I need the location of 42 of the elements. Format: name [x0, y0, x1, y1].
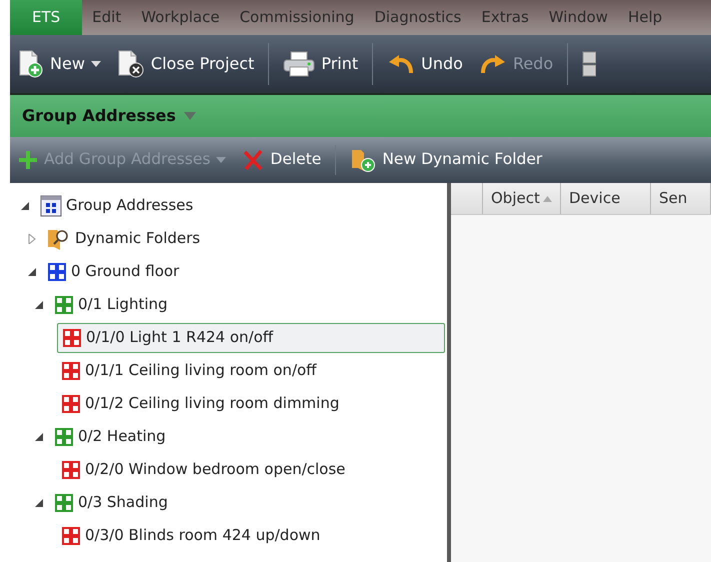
group-address-icon	[62, 328, 82, 348]
group-address-icon	[61, 360, 81, 380]
print-button[interactable]: Print	[275, 51, 366, 77]
print-icon	[283, 51, 316, 77]
add-icon	[18, 150, 38, 170]
group-address-icon	[54, 492, 74, 512]
redo-icon	[478, 52, 507, 76]
tree-item[interactable]: 0 Ground floor	[43, 260, 447, 283]
tree-item[interactable]: 0/1 Lighting	[50, 293, 447, 316]
panel-title: Group Addresses	[22, 105, 176, 127]
dropdown-icon	[184, 112, 196, 120]
tree-item[interactable]: 0/3/0 Blinds room 424 up/down	[57, 524, 447, 547]
group-address-icon	[47, 262, 67, 282]
column-header[interactable]: Object	[483, 183, 561, 214]
close-button[interactable]: Close Project	[108, 50, 262, 78]
group-address-icon	[54, 294, 74, 314]
group-address-icon	[61, 460, 81, 480]
tree-item[interactable]: 0/1/0 Light 1 R424 on/off	[57, 322, 445, 352]
menu-item[interactable]: ETS	[10, 0, 82, 35]
column-header[interactable]: Device	[561, 183, 651, 214]
group-address-icon	[54, 426, 74, 446]
dynamic-folder-icon	[350, 147, 376, 173]
address-book-icon	[40, 194, 62, 216]
undo-button[interactable]: Undo	[379, 52, 471, 76]
dynamic-button[interactable]: New Dynamic Folder	[342, 147, 550, 173]
grid-icon	[582, 51, 596, 77]
new-button[interactable]: New	[10, 50, 109, 78]
tree-item[interactable]: 0/1/1 Ceiling living room on/off	[57, 359, 447, 382]
tree-item[interactable]: 0/2/0 Window bedroom open/close	[57, 458, 447, 481]
delete-button[interactable]: Delete	[234, 148, 330, 172]
group-address-icon	[61, 394, 81, 414]
tree-item[interactable]: 0/3 Shading	[50, 491, 447, 514]
tree-item[interactable]: Dynamic Folders	[43, 226, 447, 250]
group-address-icon	[61, 526, 81, 546]
close-project-icon	[116, 50, 145, 78]
delete-icon	[242, 149, 264, 171]
tree-item[interactable]: 0/1/2 Ceiling living room dimming	[57, 392, 447, 415]
undo-icon	[387, 52, 416, 76]
new-document-icon	[18, 50, 44, 78]
tree-item[interactable]: 0/2 Heating	[50, 425, 447, 448]
column-header[interactable]: Sen	[651, 183, 711, 214]
tree-item[interactable]: Group Addresses	[36, 194, 447, 217]
